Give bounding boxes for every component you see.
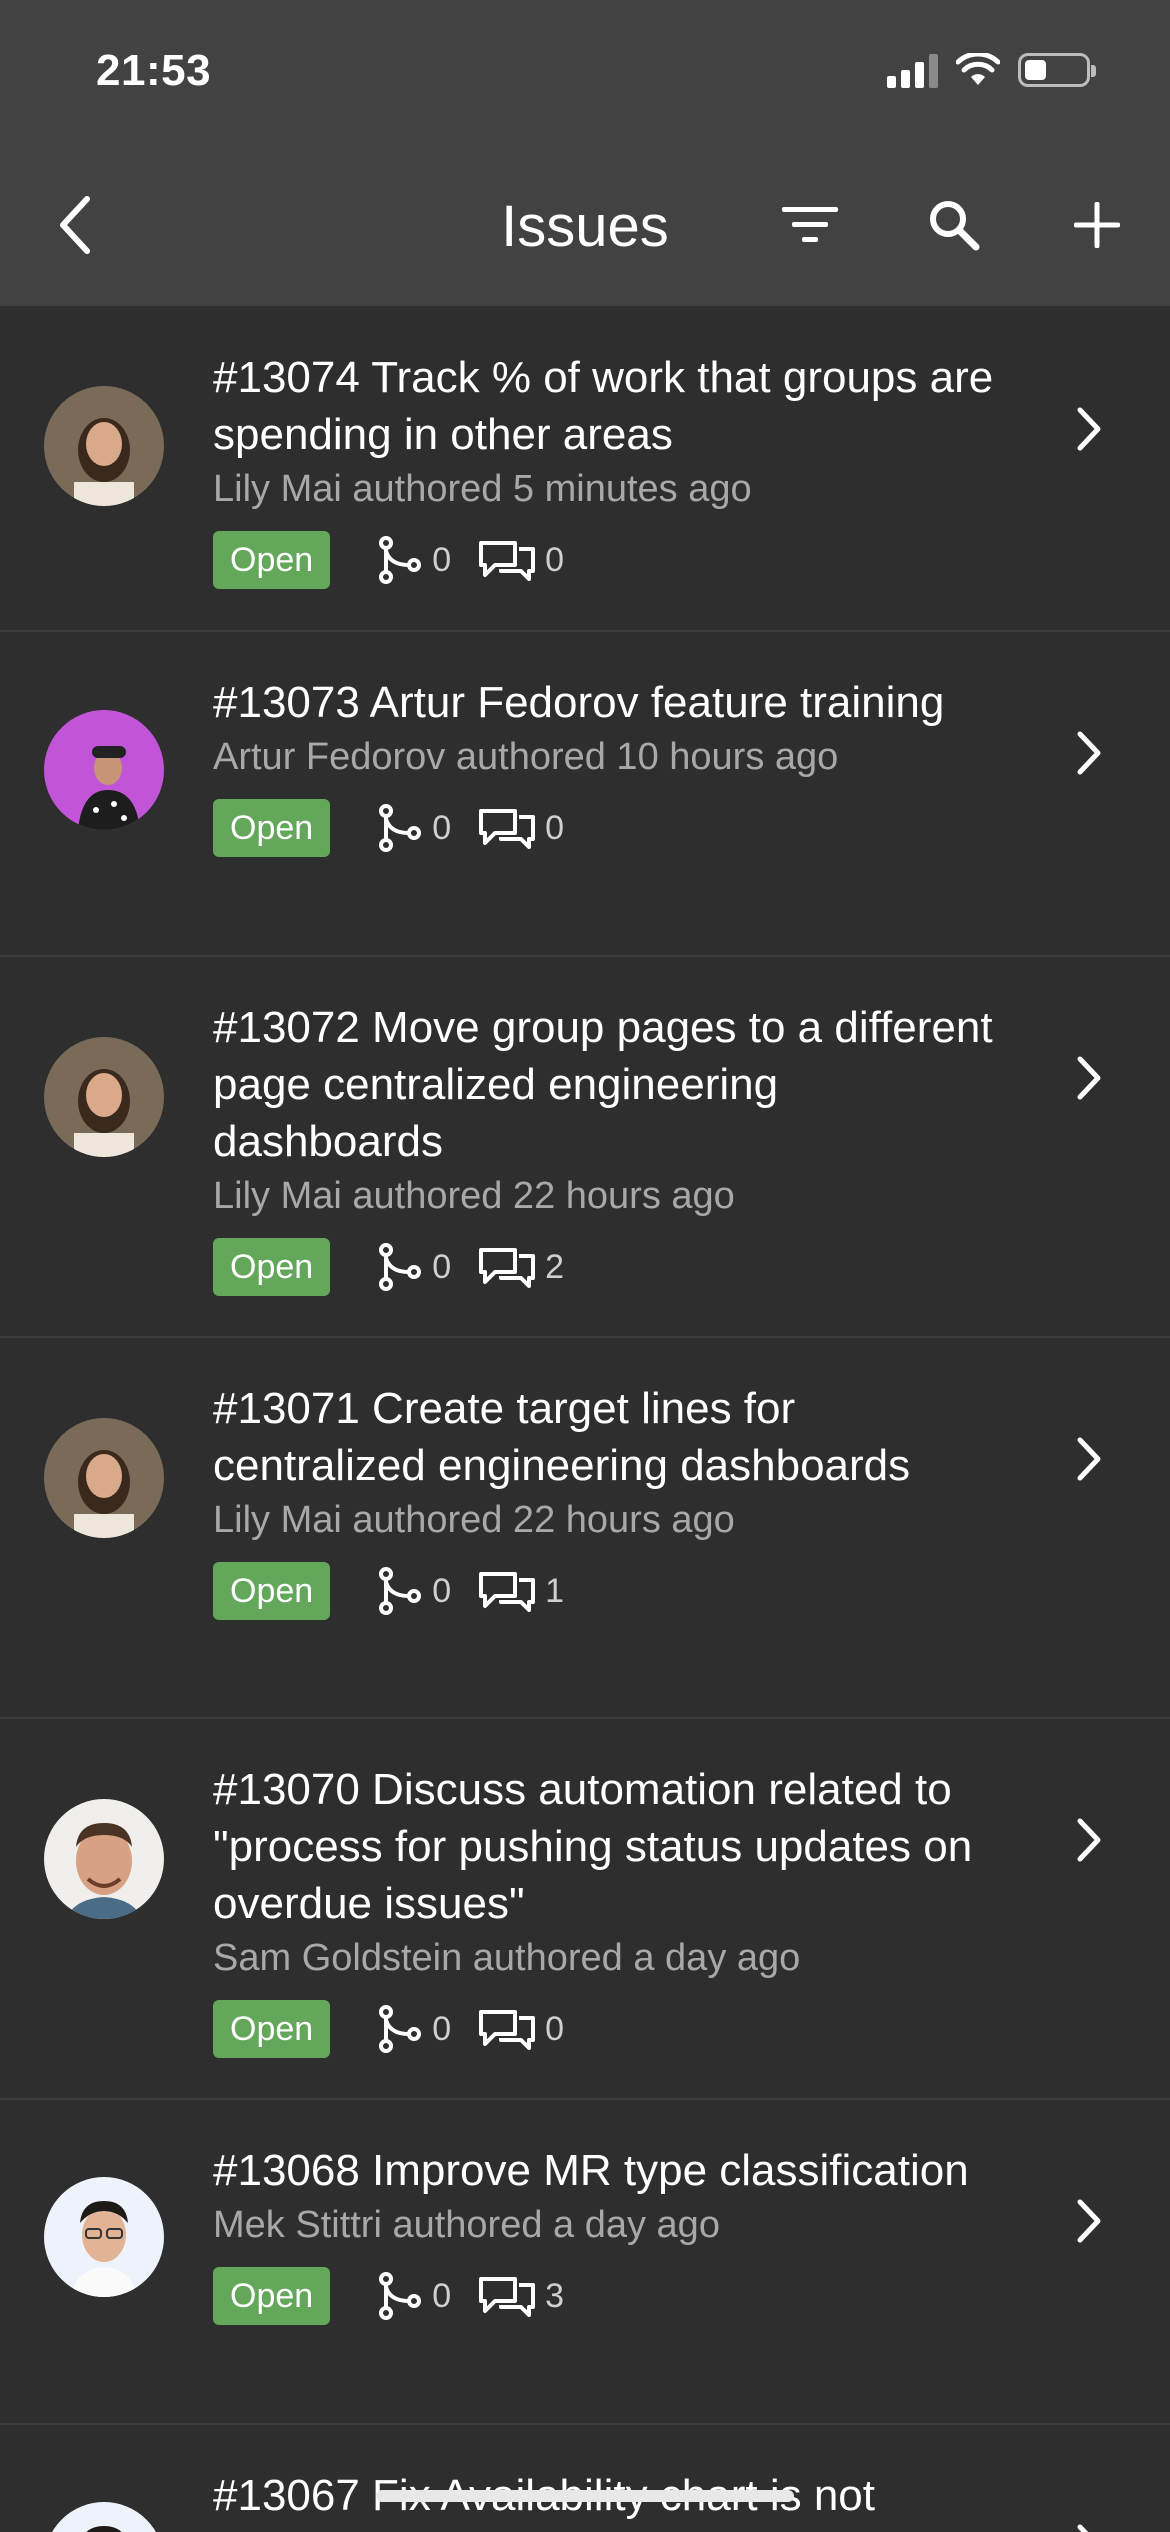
comments-icon — [479, 2004, 536, 2054]
avatar — [44, 1037, 164, 1157]
chevron-right-icon — [1077, 2199, 1101, 2243]
issue-title: #13074 Track % of work that groups are s… — [213, 353, 994, 459]
issue-body: #13071 Create target lines for centraliz… — [213, 1380, 1013, 1622]
merge-request-count: 0 — [432, 1571, 452, 1610]
issue-meta: Sam Goldstein authored a day ago — [213, 1937, 801, 1979]
status-badge: Open — [213, 2267, 331, 2325]
page-title: Issues — [501, 194, 669, 259]
avatar — [44, 386, 164, 506]
issue-body: #13073 Artur Fedorov feature training Ar… — [213, 674, 1013, 859]
merge-request-icon — [376, 2004, 422, 2054]
issue-stats: Open 0 3 — [213, 2265, 1013, 2327]
filter-icon — [782, 207, 838, 242]
avatar — [44, 710, 164, 830]
add-issue-button[interactable] — [1057, 190, 1137, 260]
issue-body: #13072 Move group pages to a different p… — [213, 999, 1013, 1298]
issue-body: #13074 Track % of work that groups are s… — [213, 349, 1013, 591]
comment-count: 0 — [545, 540, 565, 579]
signal-icon — [887, 52, 938, 88]
issue-title: #13073 Artur Fedorov feature training — [213, 678, 945, 727]
issue-meta: Mek Stittri authored a day ago — [213, 2204, 720, 2246]
merge-request-icon — [376, 803, 422, 853]
avatar — [44, 1799, 164, 1919]
status-icons — [887, 52, 1096, 88]
chevron-right-icon — [1077, 2524, 1089, 2532]
list-item[interactable]: #13067 Fix Availability chart is not — [0, 2425, 1170, 2532]
chevron-right-icon — [1077, 1056, 1101, 1100]
merge-request-count: 0 — [432, 540, 452, 579]
list-item[interactable]: #13071 Create target lines for centraliz… — [0, 1338, 1170, 1719]
issue-meta: Lily Mai authored 22 hours ago — [213, 1499, 735, 1541]
avatar — [44, 1418, 164, 1538]
issue-body: #13070 Discuss automation related to "pr… — [213, 1761, 1013, 2060]
comment-count: 0 — [545, 808, 565, 847]
issue-stats: Open 0 1 — [213, 1560, 1013, 1622]
merge-request-icon — [376, 2271, 422, 2321]
comments-icon — [479, 2271, 536, 2321]
issue-meta: Lily Mai authored 22 hours ago — [213, 1175, 735, 1217]
search-icon — [930, 201, 980, 251]
issue-title: #13071 Create target lines for centraliz… — [213, 1384, 911, 1490]
issue-title: #13070 Discuss automation related to "pr… — [213, 1765, 973, 1928]
merge-request-count: 0 — [432, 2009, 452, 2048]
battery-icon — [1018, 53, 1096, 87]
comment-count: 1 — [545, 1571, 565, 1610]
status-badge: Open — [213, 1238, 331, 1296]
status-time: 21:53 — [96, 46, 212, 95]
merge-request-icon — [376, 1242, 422, 1292]
top-bar: 21:53 Issues — [0, 0, 1170, 306]
battery-level — [1025, 60, 1046, 80]
comments-icon — [479, 535, 536, 585]
issue-stats: Open 0 0 — [213, 1998, 1013, 2060]
issue-stats: Open 0 0 — [213, 797, 1013, 859]
issue-stats: Open 0 2 — [213, 1236, 1013, 1298]
chevron-right-icon — [1077, 1818, 1101, 1862]
issue-stats: Open 0 0 — [213, 529, 1013, 591]
status-badge: Open — [213, 531, 331, 589]
merge-request-count: 0 — [432, 2276, 452, 2315]
comment-count: 2 — [545, 1247, 565, 1286]
chevron-right-icon — [1077, 731, 1101, 775]
comment-count: 0 — [545, 2009, 565, 2048]
filter-button[interactable] — [770, 190, 850, 260]
home-indicator[interactable] — [376, 2490, 794, 2502]
comments-icon — [479, 1566, 536, 1616]
merge-request-icon — [376, 1566, 422, 1616]
list-item[interactable]: #13072 Move group pages to a different p… — [0, 957, 1170, 1338]
list-item[interactable]: #13074 Track % of work that groups are s… — [0, 306, 1170, 632]
status-badge: Open — [213, 2000, 331, 2058]
chevron-right-icon — [1077, 407, 1101, 451]
issue-title: #13072 Move group pages to a different p… — [213, 1003, 993, 1166]
status-badge: Open — [213, 1562, 331, 1620]
list-item[interactable]: #13073 Artur Fedorov feature training Ar… — [0, 632, 1170, 957]
list-item[interactable]: #13068 Improve MR type classification Me… — [0, 2100, 1170, 2425]
plus-icon — [1074, 202, 1120, 248]
merge-request-count: 0 — [432, 808, 452, 847]
issue-title: #13068 Improve MR type classification — [213, 2146, 969, 2195]
merge-request-icon — [376, 535, 422, 585]
issue-body: #13068 Improve MR type classification Me… — [213, 2142, 1013, 2327]
issue-meta: Artur Fedorov authored 10 hours ago — [213, 736, 839, 778]
status-badge: Open — [213, 799, 331, 857]
comments-icon — [479, 803, 536, 853]
comment-count: 3 — [545, 2276, 565, 2315]
wifi-icon — [956, 53, 1000, 85]
comments-icon — [479, 1242, 536, 1292]
nav-bar: Issues — [0, 175, 1170, 275]
merge-request-count: 0 — [432, 1247, 452, 1286]
avatar — [44, 2177, 164, 2297]
chevron-right-icon — [1077, 1437, 1101, 1481]
list-item[interactable]: #13070 Discuss automation related to "pr… — [0, 1719, 1170, 2100]
issue-meta: Lily Mai authored 5 minutes ago — [213, 468, 752, 510]
avatar — [44, 2502, 164, 2532]
search-button[interactable] — [914, 190, 994, 260]
